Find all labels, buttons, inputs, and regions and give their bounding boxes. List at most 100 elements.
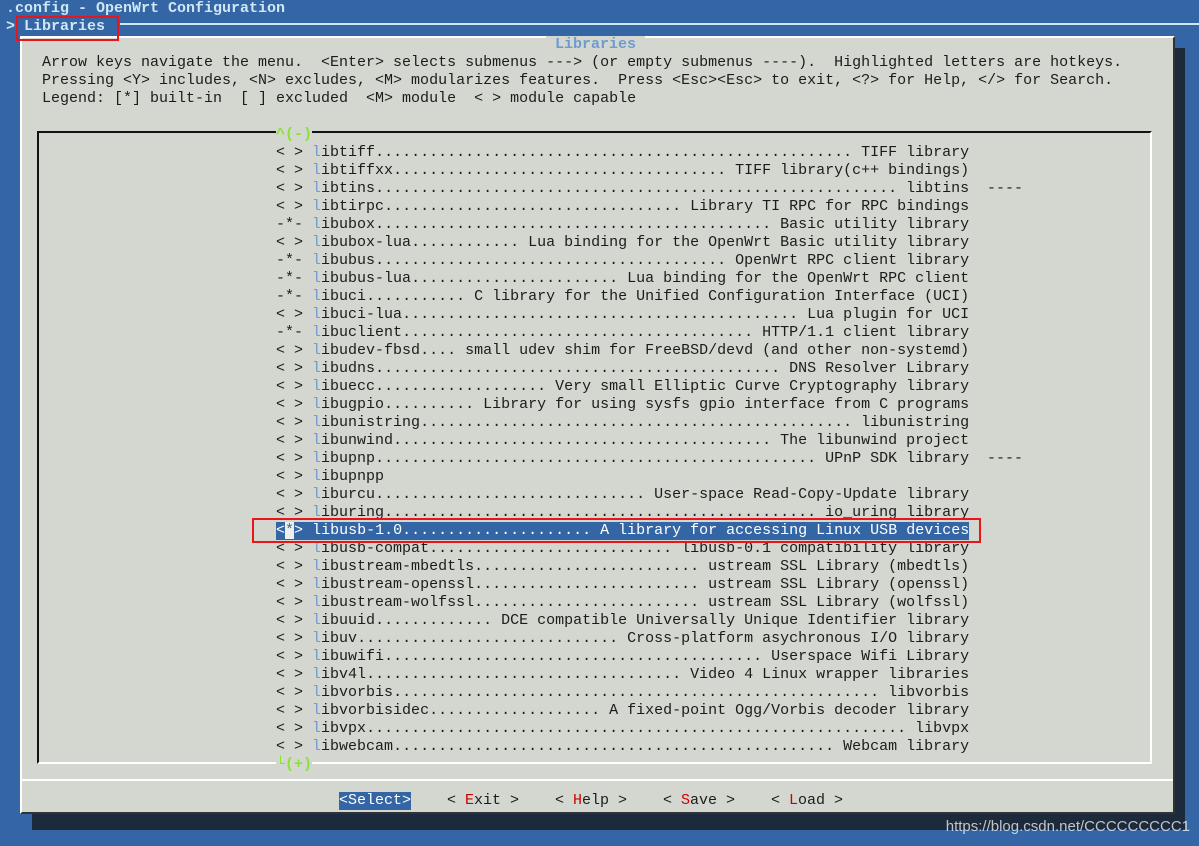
menu-item-libv4l[interactable]: < > libv4l..............................… <box>276 666 969 684</box>
button-separator <box>22 779 1173 781</box>
help-line-keys: Pressing <Y> includes, <N> excludes, <M>… <box>42 72 1114 89</box>
item-description: Basic utility library <box>780 216 970 233</box>
menu-item-libudns[interactable]: < > libudns.............................… <box>276 360 969 378</box>
item-name: libtirpc <box>312 198 385 215</box>
config-state: < > <box>276 162 304 179</box>
leader-dots: ................... <box>375 378 556 395</box>
menu-item-libugpio[interactable]: < > libugpio.......... Library for using… <box>276 396 969 414</box>
help-line-navigation: Arrow keys navigate the menu. <Enter> se… <box>42 54 1123 71</box>
item-description: small udev shim for FreeBSD/devd (and ot… <box>465 342 970 359</box>
item-name: libubox-lua <box>312 234 412 251</box>
menu-item-libupnp[interactable]: < > libupnp.............................… <box>276 450 969 468</box>
item-name: libuv <box>312 630 358 647</box>
scroll-down-indicator[interactable]: └(+) <box>276 756 313 774</box>
config-state: < > <box>276 432 304 449</box>
menu-item-libuclient[interactable]: -*- libuclient..........................… <box>276 324 969 342</box>
config-state: < > <box>276 666 304 683</box>
breadcrumb-marker: > <box>6 18 16 35</box>
menu-item-libuuid[interactable]: < > libuuid............. DCE compatible … <box>276 612 969 630</box>
menu-item-libubus-lua[interactable]: -*- libubus-lua....................... L… <box>276 270 969 288</box>
menu-item-libudev-fbsd[interactable]: < > libudev-fbsd.... small udev shim for… <box>276 342 969 360</box>
item-description: C library for the Unified Configuration … <box>474 288 970 305</box>
menu-item-libvpx[interactable]: < > libvpx..............................… <box>276 720 969 738</box>
item-name: libustream-wolfssl <box>312 594 475 611</box>
menu-item-libupnpp[interactable]: < > libupnpp <box>276 468 384 486</box>
menu-item-liburcu[interactable]: < > liburcu.............................… <box>276 486 969 504</box>
menu-item-libvorbisidec[interactable]: < > libvorbisidec................... A f… <box>276 702 969 720</box>
menu-item-libuecc[interactable]: < > libuecc................... Very smal… <box>276 378 969 396</box>
select-button[interactable]: <Select> <box>339 792 412 810</box>
leader-dots: ........................................… <box>384 648 772 665</box>
menu-item-libtins[interactable]: < > libtins.............................… <box>276 180 969 198</box>
item-name: libtiffxx <box>312 162 394 179</box>
config-state: < > <box>276 342 304 359</box>
menu-item-libuwifi[interactable]: < > libuwifi............................… <box>276 648 969 666</box>
menu-item-libubox-lua[interactable]: < > libubox-lua............ Lua binding … <box>276 234 969 252</box>
config-state: < > <box>276 180 304 197</box>
leader-dots: ........................................… <box>375 144 862 161</box>
config-state: < > <box>276 486 304 503</box>
config-state: < > <box>276 306 304 323</box>
leader-dots: ........................................… <box>420 414 862 431</box>
leader-dots: ........................................… <box>402 306 808 323</box>
leader-dots: ........... <box>366 288 475 305</box>
menu-item-libuci[interactable]: -*- libuci........... C library for the … <box>276 288 969 306</box>
item-description: libunistring <box>861 414 970 431</box>
leader-dots: ........................................… <box>393 684 889 701</box>
help-button[interactable]: < Help > <box>555 792 627 810</box>
menu-item-libustream-wolfssl[interactable]: < > libustream-wolfssl..................… <box>276 594 969 612</box>
leader-dots: ............. <box>375 612 502 629</box>
item-name: libubus-lua <box>312 270 412 287</box>
scroll-up-indicator[interactable]: ^(-) <box>276 126 313 144</box>
config-state: -*- <box>276 270 304 287</box>
config-state: -*- <box>276 324 304 341</box>
item-name: libugpio <box>312 396 385 413</box>
item-name: libustream-openssl <box>312 576 475 593</box>
item-name: libudns <box>312 360 376 377</box>
config-state: < > <box>276 234 304 251</box>
item-description: Lua plugin for UCI <box>807 306 970 323</box>
leader-dots: ............ <box>411 234 529 251</box>
item-name: libv4l <box>312 666 367 683</box>
config-state: < > <box>276 702 304 719</box>
annotation-highlight-selected-item <box>252 518 981 543</box>
config-state: < > <box>276 630 304 647</box>
item-name: libuci <box>312 288 367 305</box>
menu-item-libustream-openssl[interactable]: < > libustream-openssl..................… <box>276 576 969 594</box>
item-description: The libunwind project <box>780 432 970 449</box>
item-name: libuwifi <box>312 648 385 665</box>
menu-item-libwebcam[interactable]: < > libwebcam...........................… <box>276 738 969 756</box>
config-state: < > <box>276 648 304 665</box>
menu-item-libtiffxx[interactable]: < > libtiffxx...........................… <box>276 162 969 180</box>
leader-dots: .............................. <box>375 486 655 503</box>
item-description: ustream SSL Library (openssl) <box>708 576 970 593</box>
leader-dots: ............................. <box>357 630 628 647</box>
menu-item-libuci-lua[interactable]: < > libuci-lua..........................… <box>276 306 969 324</box>
save-button[interactable]: < Save > <box>663 792 735 810</box>
menu-item-libunwind[interactable]: < > libunwind...........................… <box>276 432 969 450</box>
menu-item-libunistring[interactable]: < > libunistring........................… <box>276 414 969 432</box>
item-description: Userspace Wifi Library <box>771 648 970 665</box>
item-name: libudev-fbsd <box>312 342 421 359</box>
leader-dots: ......................... <box>474 558 709 575</box>
leader-dots: ......................... <box>474 576 709 593</box>
menu-item-libustream-mbedtls[interactable]: < > libustream-mbedtls..................… <box>276 558 969 576</box>
item-description: A fixed-point Ogg/Vorbis decoder library <box>609 702 970 719</box>
menu-item-libuv[interactable]: < > libuv............................. C… <box>276 630 969 648</box>
config-state: < > <box>276 198 304 215</box>
menu-item-libubus[interactable]: -*- libubus.............................… <box>276 252 969 270</box>
load-button[interactable]: < Load > <box>771 792 843 810</box>
item-description: TIFF library <box>861 144 970 161</box>
config-state: -*- <box>276 252 304 269</box>
exit-button[interactable]: < Exit > <box>447 792 519 810</box>
menu-item-libvorbis[interactable]: < > libvorbis...........................… <box>276 684 969 702</box>
item-name: libuecc <box>312 378 376 395</box>
menu-item-libtirpc[interactable]: < > libtirpc............................… <box>276 198 969 216</box>
menu-item-libtiff[interactable]: < > libtiff.............................… <box>276 144 969 162</box>
item-name: libvorbis <box>312 684 394 701</box>
leader-dots: .... <box>420 342 466 359</box>
item-name: libunistring <box>312 414 421 431</box>
menu-item-libubox[interactable]: -*- libubox.............................… <box>276 216 969 234</box>
help-line-legend: Legend: [*] built-in [ ] excluded <M> mo… <box>42 90 637 107</box>
hotkey-letter: S <box>681 792 691 809</box>
